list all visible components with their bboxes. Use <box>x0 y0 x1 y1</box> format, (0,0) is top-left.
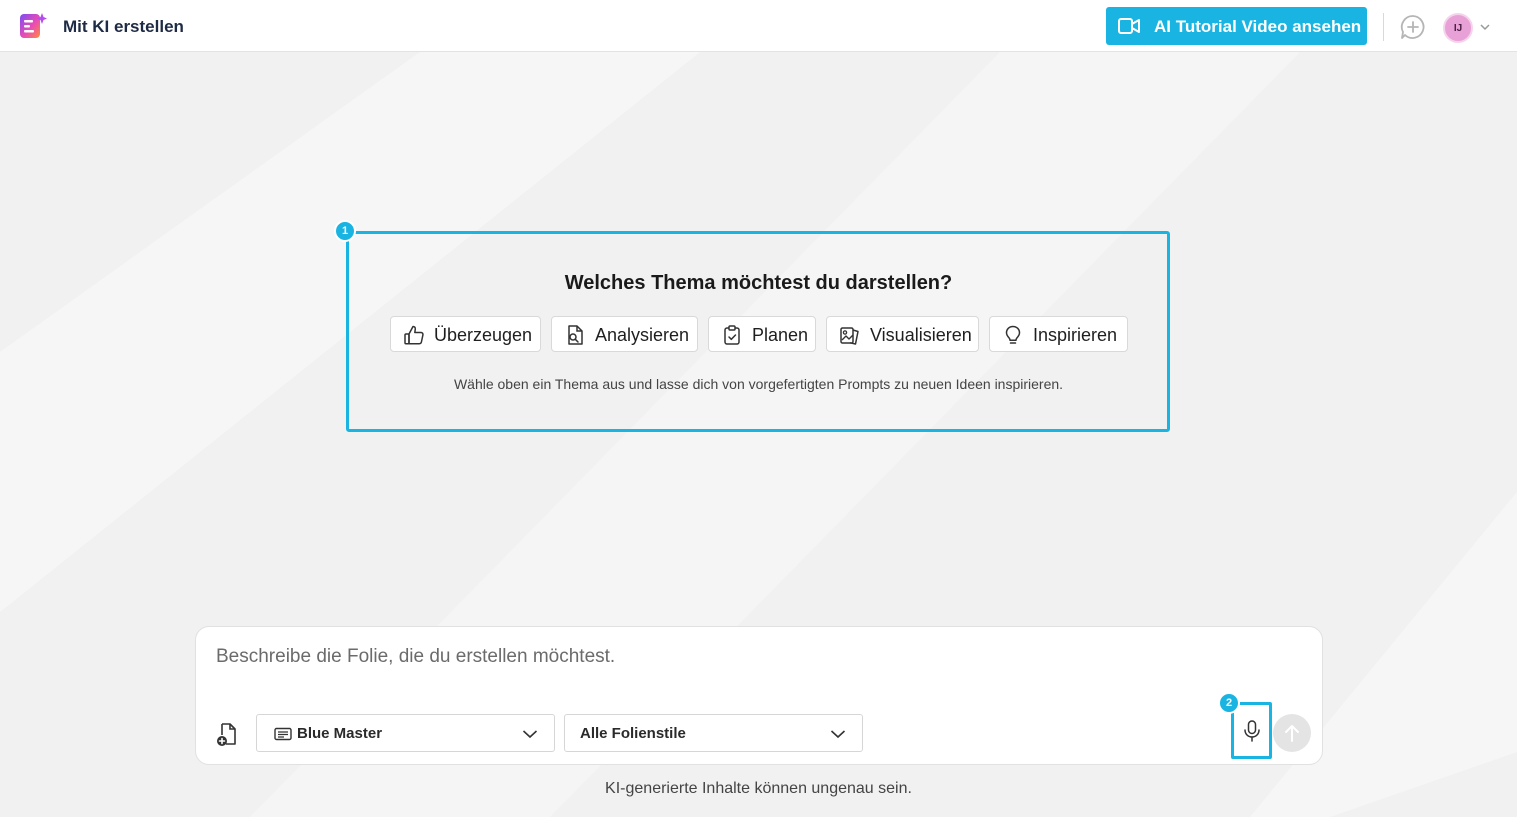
chip-visualisieren[interactable]: Visualisieren <box>826 316 979 352</box>
slide-style-select-value: Alle Folienstile <box>580 725 686 742</box>
prompt-input[interactable] <box>216 643 1296 671</box>
chip-planen[interactable]: Planen <box>708 316 816 352</box>
chevron-down-icon <box>830 730 846 739</box>
app-title: Mit KI erstellen <box>63 17 184 36</box>
chip-ueberzeugen[interactable]: Überzeugen <box>390 316 541 352</box>
chip-label: Überzeugen <box>434 325 533 345</box>
thumbs-up-icon <box>404 325 424 345</box>
chip-label: Planen <box>752 325 809 345</box>
tutorial-video-button[interactable]: AI Tutorial Video ansehen <box>1106 7 1367 45</box>
chip-label: Analysieren <box>595 325 690 345</box>
avatar-initials: IJ <box>1453 22 1463 34</box>
slide-template-icon <box>274 727 292 741</box>
image-gallery-icon <box>840 327 859 345</box>
document-search-icon <box>568 325 583 345</box>
step-badge-2: 2 <box>1218 692 1240 714</box>
top-bar: Mit KI erstellen AI Tutorial Video anseh… <box>0 0 1517 52</box>
lightbulb-icon <box>1005 325 1021 344</box>
clipboard-icon <box>724 325 740 345</box>
template-select-value: Blue Master <box>297 725 383 742</box>
add-file-icon[interactable] <box>215 722 239 748</box>
prompt-composer: Blue Master Alle Folienstile <box>195 626 1323 765</box>
arrow-up-icon <box>1285 725 1299 742</box>
send-button[interactable] <box>1273 714 1311 752</box>
user-avatar[interactable]: IJ <box>1443 13 1473 43</box>
ai-disclaimer: KI-generierte Inhalte können ungenau sei… <box>605 780 912 797</box>
chip-label: Visualisieren <box>870 325 972 345</box>
tutorial-video-label: AI Tutorial Video ansehen <box>1154 17 1362 36</box>
template-select[interactable]: Blue Master <box>256 714 555 752</box>
video-camera-icon <box>1118 18 1140 34</box>
header-divider <box>1383 13 1384 41</box>
slide-style-select[interactable]: Alle Folienstile <box>564 714 863 752</box>
microphone-button[interactable] <box>1231 702 1272 759</box>
theme-hint-text: Wähle oben ein Thema aus und lasse dich … <box>453 376 1064 392</box>
chevron-down-icon <box>522 730 538 739</box>
chip-inspirieren[interactable]: Inspirieren <box>989 316 1128 352</box>
microphone-icon <box>1244 720 1260 742</box>
theme-question-title: Welches Thema möchtest du darstellen? <box>564 272 953 294</box>
chevron-down-icon[interactable] <box>1479 22 1491 32</box>
chip-label: Inspirieren <box>1033 325 1118 345</box>
chat-plus-icon[interactable] <box>1400 14 1426 40</box>
chip-analysieren[interactable]: Analysieren <box>551 316 698 352</box>
step-badge-1: 1 <box>334 220 356 242</box>
ai-slides-logo-icon <box>20 13 47 38</box>
